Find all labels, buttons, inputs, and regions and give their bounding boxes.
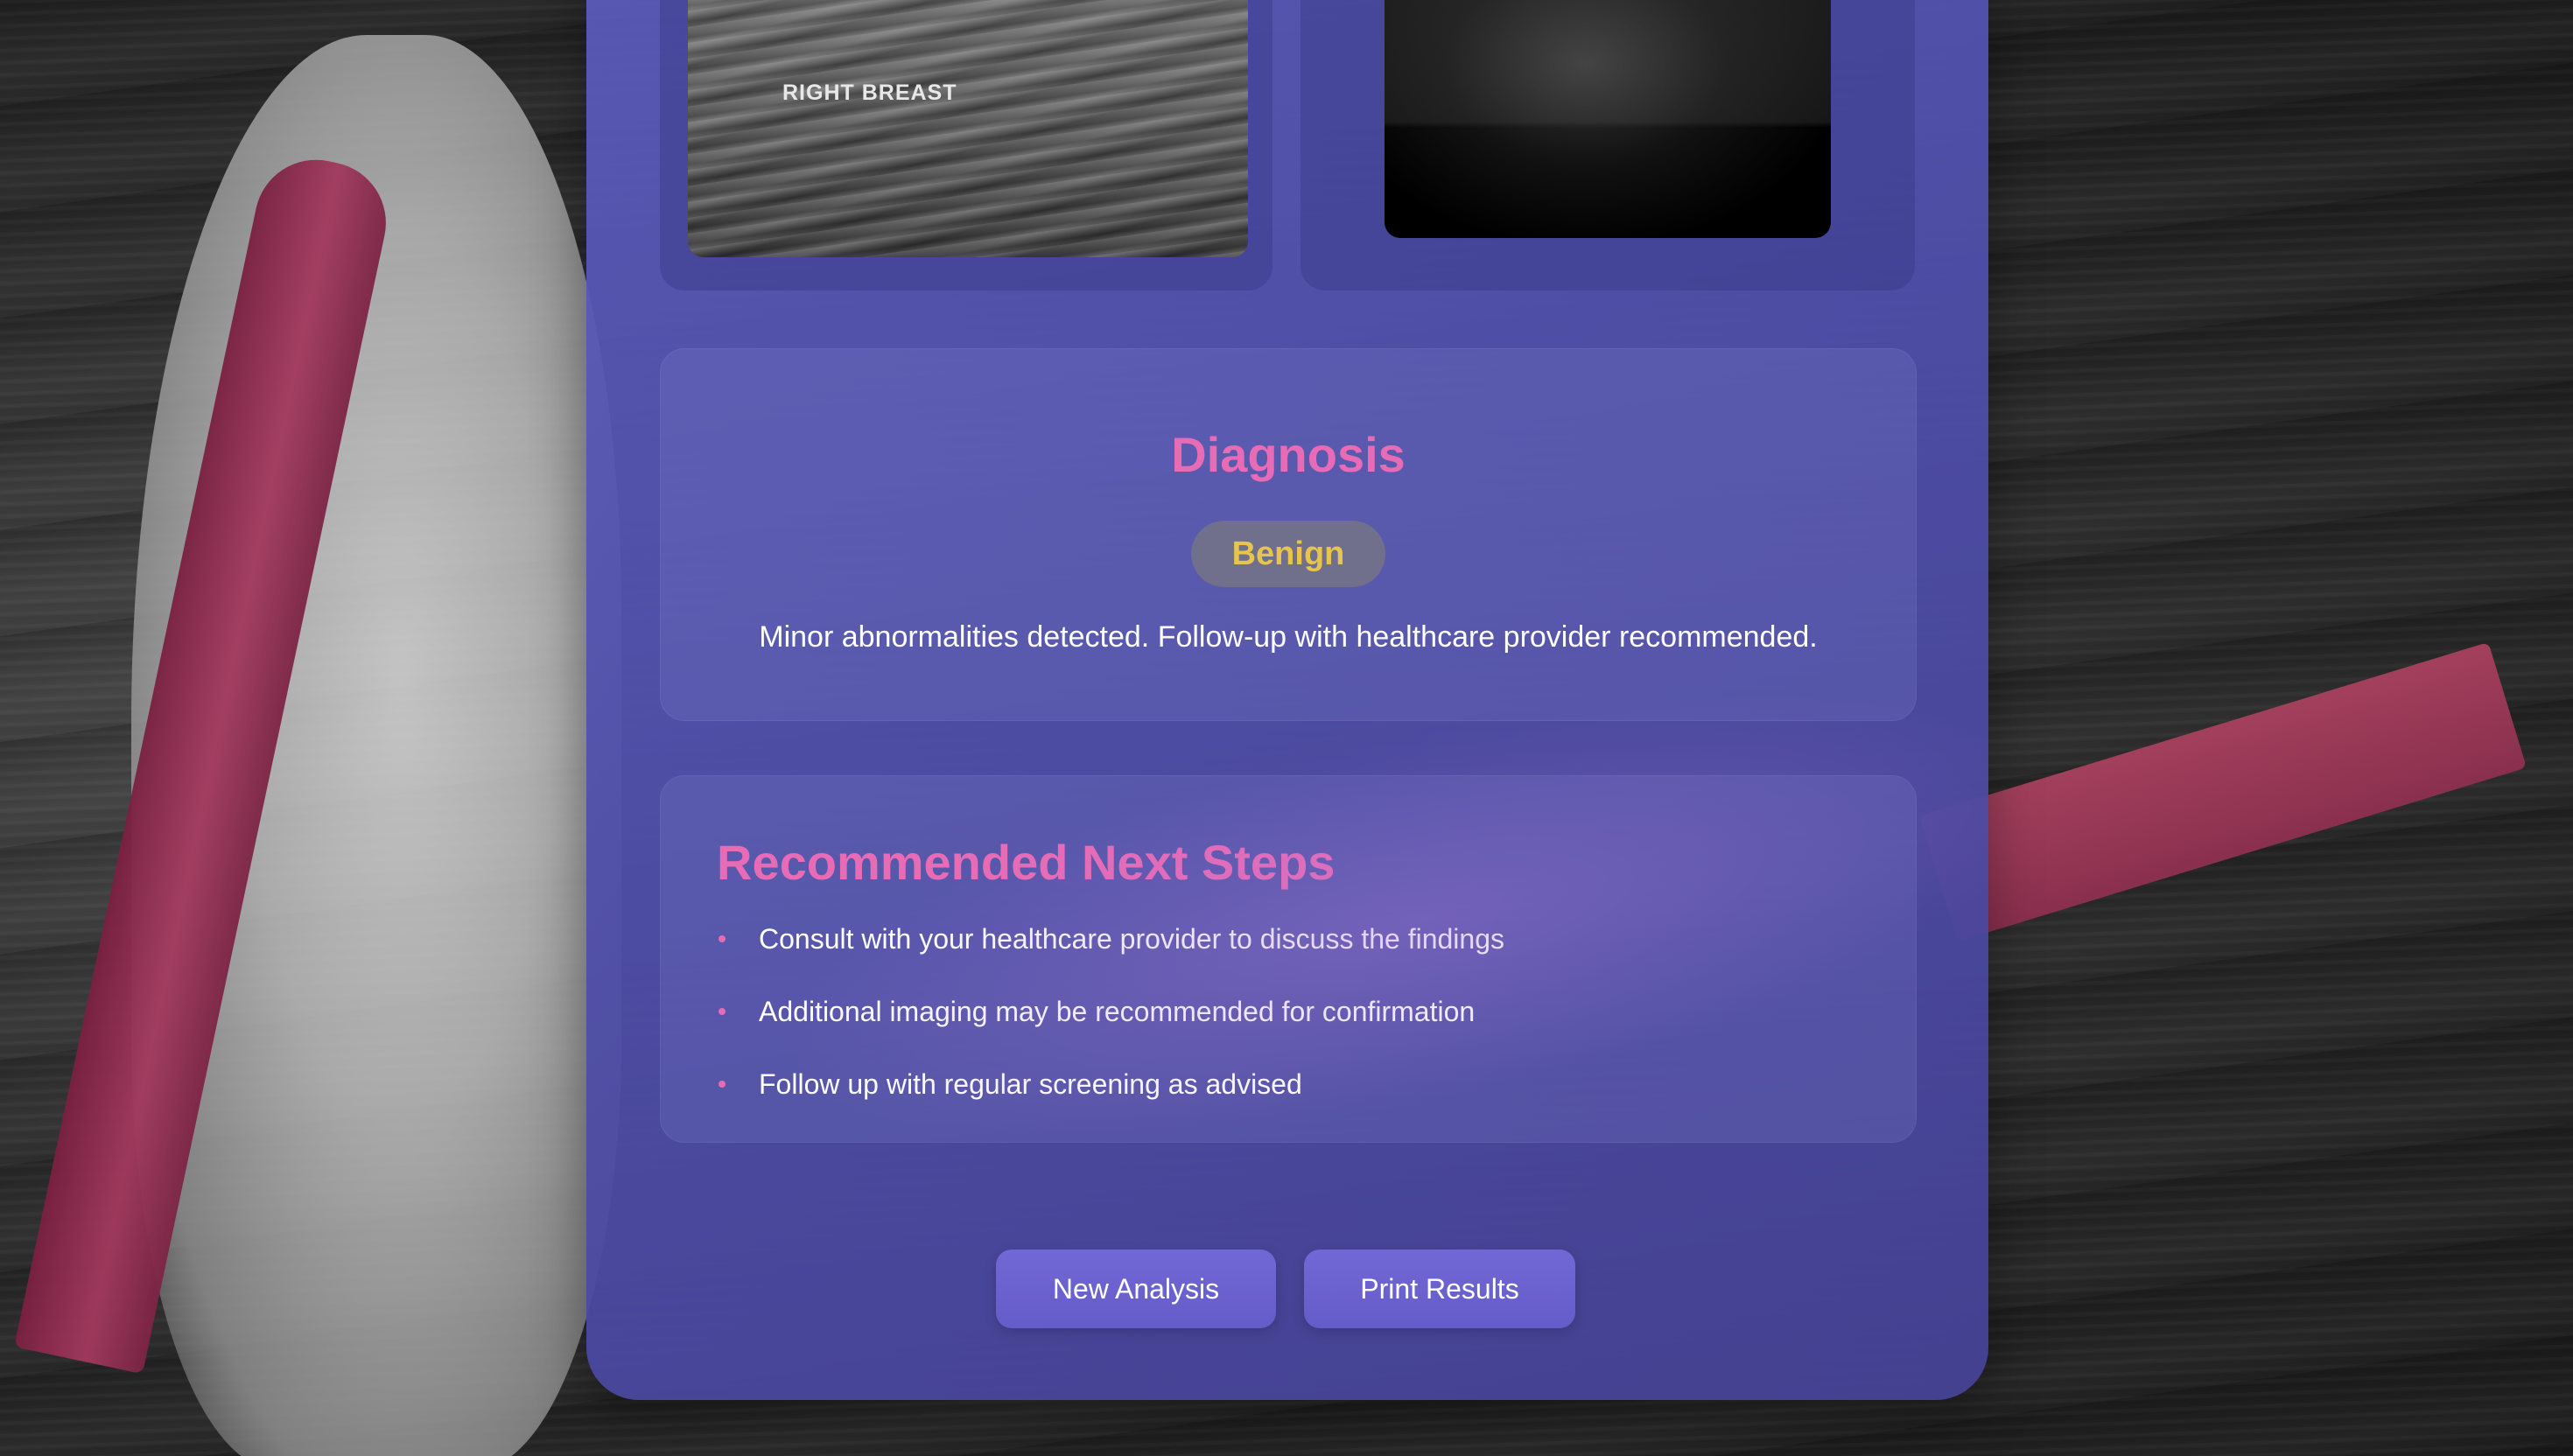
diagnosis-description: Minor abnormalities detected. Follow-up …	[759, 620, 1818, 654]
analysis-heatmap-image	[1385, 0, 1831, 238]
ultrasound-label: RIGHT BREAST	[782, 80, 957, 105]
list-item-text: Additional imaging may be recommended fo…	[759, 996, 1476, 1027]
list-item-text: Consult with your healthcare provider to…	[759, 923, 1504, 955]
ultrasound-image: RIGHT BREAST	[688, 0, 1248, 257]
list-item: Follow up with regular screening as advi…	[717, 1067, 1504, 1139]
results-card: RIGHT BREAST Diagnosis Benign Minor abno…	[586, 0, 1988, 1400]
bullet-icon	[719, 1008, 726, 1015]
new-analysis-button[interactable]: New Analysis	[996, 1250, 1276, 1328]
list-item: Consult with your healthcare provider to…	[717, 921, 1504, 994]
awareness-ribbon-tail	[1918, 641, 2527, 942]
next-steps-list: Consult with your healthcare provider to…	[717, 921, 1504, 1139]
print-results-button[interactable]: Print Results	[1304, 1250, 1575, 1328]
bullet-icon	[719, 1081, 726, 1088]
list-item: Additional imaging may be recommended fo…	[717, 994, 1504, 1067]
diagnosis-title: Diagnosis	[1171, 427, 1406, 482]
list-item-text: Follow up with regular screening as advi…	[759, 1068, 1302, 1100]
bullet-icon	[719, 935, 726, 942]
next-steps-panel: Recommended Next Steps Consult with your…	[660, 775, 1917, 1143]
diagnosis-badge: Benign	[1191, 521, 1385, 587]
diagnosis-panel: Diagnosis Benign Minor abnormalities det…	[660, 348, 1917, 721]
next-steps-title: Recommended Next Steps	[717, 835, 1336, 890]
